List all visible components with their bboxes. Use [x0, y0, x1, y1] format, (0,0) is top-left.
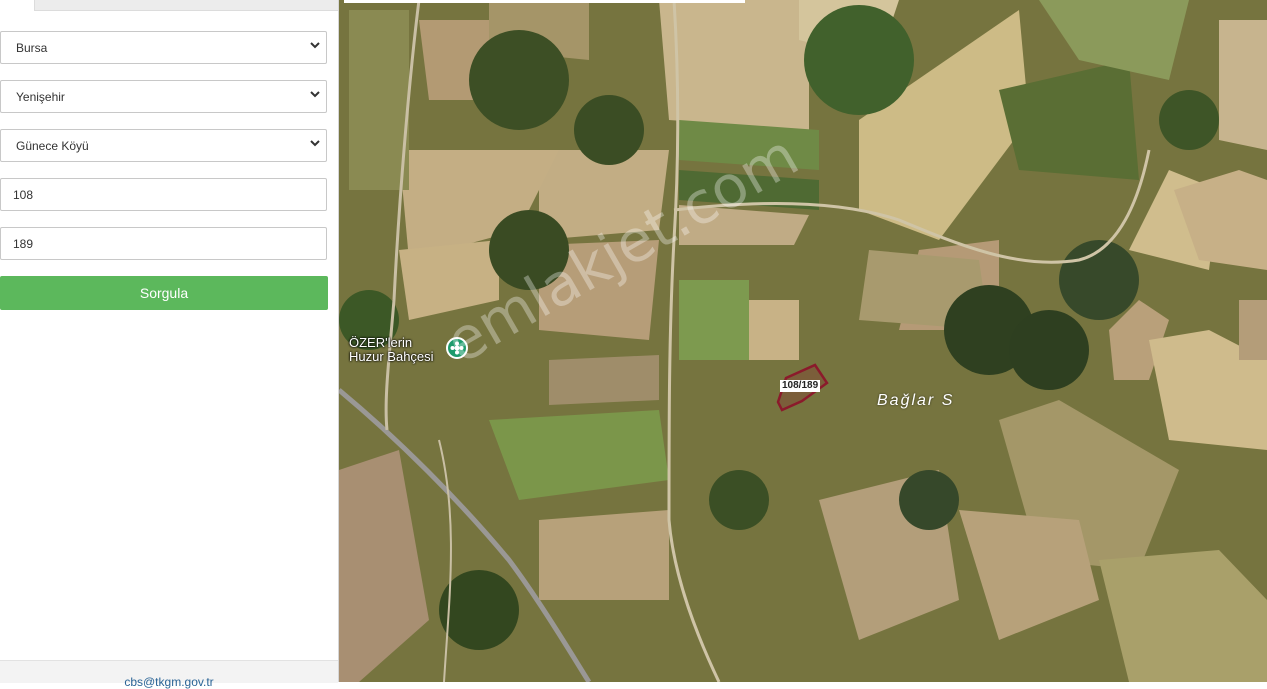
province-value: Bursa — [16, 41, 48, 55]
place-label: Bağlar S — [877, 392, 955, 409]
tab-strip — [0, 0, 338, 11]
satellite-map[interactable]: ÖZER'lerin Huzur Bahçesi 108/189 Bağlar … — [339, 0, 1267, 682]
poi-label-line1: ÖZER'lerin — [349, 335, 413, 350]
query-button[interactable]: Sorgula — [0, 276, 328, 310]
poi-label-line2: Huzur Bahçesi — [349, 349, 434, 364]
parcel-value: 189 — [13, 237, 34, 251]
footer: cbs@tkgm.gov.tr — [0, 660, 338, 689]
district-select[interactable]: Yenişehir — [0, 80, 327, 113]
block-value: 108 — [13, 188, 34, 202]
active-tab[interactable] — [0, 0, 35, 11]
province-select[interactable]: Bursa — [0, 31, 327, 64]
chevron-down-icon — [310, 140, 320, 147]
district-value: Yenişehir — [16, 90, 65, 104]
poi-label: ÖZER'lerin Huzur Bahçesi — [349, 336, 434, 364]
parcel-label[interactable]: 108/189 — [780, 380, 821, 392]
query-panel: Bursa Yenişehir Günece Köyü 108 189 Sorg… — [0, 0, 339, 689]
block-input[interactable]: 108 — [0, 178, 327, 211]
chevron-down-icon — [310, 91, 320, 98]
neighborhood-select[interactable]: Günece Köyü — [0, 129, 327, 162]
map-toolbar — [344, 0, 745, 3]
chevron-down-icon — [310, 42, 320, 49]
neighborhood-value: Günece Köyü — [16, 139, 89, 153]
footer-email-link[interactable]: cbs@tkgm.gov.tr — [0, 675, 338, 689]
parcel-input[interactable]: 189 — [0, 227, 327, 260]
